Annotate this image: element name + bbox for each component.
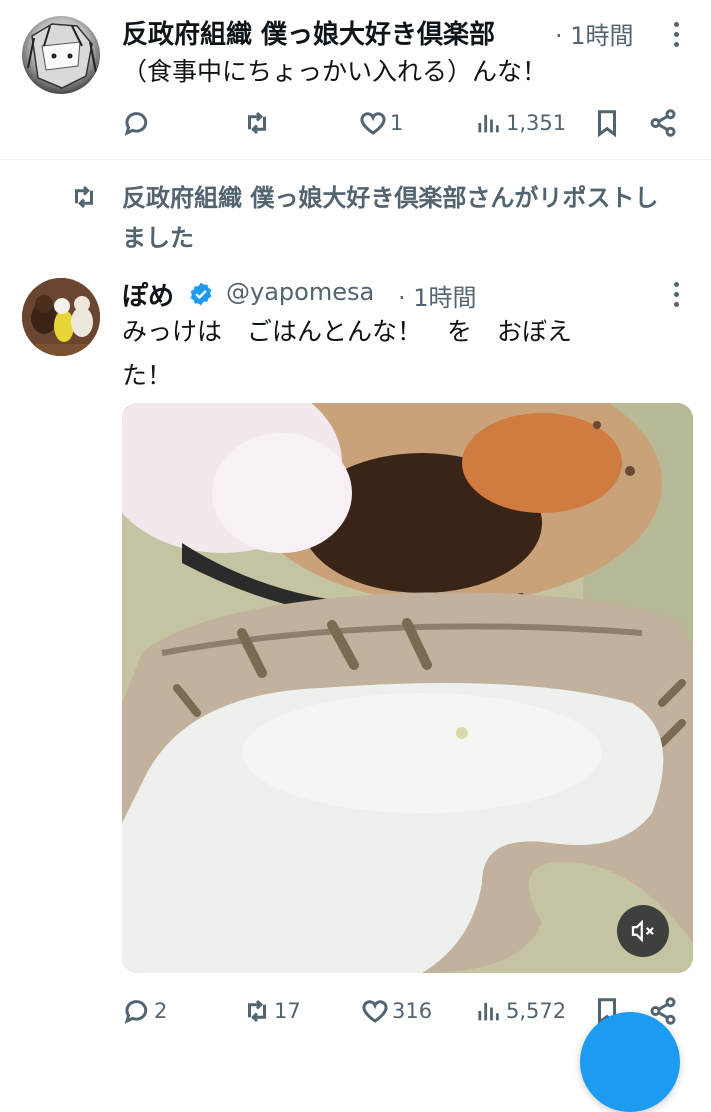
- tweet2-video[interactable]: [122, 403, 693, 973]
- tweet2-text-line2: た！: [122, 361, 173, 390]
- bookmark-button[interactable]: [592, 108, 622, 138]
- reply-count: 2: [154, 999, 168, 1023]
- tweet1-text: （食事中にちょっかい入れる）んな！: [122, 57, 548, 86]
- repost-banner-line2: ました: [122, 224, 194, 252]
- views-button[interactable]: 1,351: [474, 108, 566, 138]
- reply-button[interactable]: 2: [122, 996, 167, 1026]
- repost-button[interactable]: 17: [242, 996, 301, 1026]
- compose-fab[interactable]: [580, 1012, 680, 1112]
- repost-banner-text[interactable]: 反政府組織 僕っ娘大好き倶楽部さんがリポストし ました: [122, 178, 658, 258]
- views-icon: [478, 1002, 499, 1021]
- reply-icon: [124, 112, 148, 136]
- views-count: 5,572: [506, 999, 567, 1023]
- tweet2-handle[interactable]: @yapomesa: [226, 278, 374, 306]
- like-icon: [360, 112, 386, 135]
- like-button[interactable]: 1: [358, 108, 403, 138]
- like-icon: [362, 1000, 388, 1023]
- views-button[interactable]: 5,572: [474, 996, 566, 1026]
- tweet2-author-name[interactable]: ぽめ: [122, 276, 174, 313]
- reply-button[interactable]: [122, 108, 152, 138]
- views-icon: [478, 114, 499, 133]
- avatar-tweet1[interactable]: [22, 16, 100, 94]
- like-count: 316: [392, 999, 433, 1023]
- repost-icon: [248, 111, 266, 135]
- reply-icon: [124, 1000, 148, 1024]
- like-count: 1: [390, 111, 404, 135]
- mute-button[interactable]: [617, 905, 669, 957]
- tweet1-author-name[interactable]: 反政府組織 僕っ娘大好き倶楽部: [122, 14, 495, 51]
- share-button[interactable]: [648, 108, 678, 138]
- more-icon[interactable]: [674, 282, 679, 307]
- more-icon[interactable]: [674, 22, 679, 47]
- verified-badge-icon: [188, 281, 214, 311]
- repost-icon: [75, 185, 93, 209]
- tweet2-text-line1: みっけは ごはんとんな！ を おぼえ: [122, 317, 573, 346]
- repost-count: 17: [274, 999, 301, 1023]
- tweet1-timestamp[interactable]: · 1時間: [555, 16, 634, 51]
- avatar-tweet2[interactable]: [22, 278, 100, 356]
- mute-icon: [631, 919, 654, 943]
- tweet2-timestamp[interactable]: · 1時間: [398, 278, 477, 313]
- video-frame-cat-eating: [122, 403, 693, 973]
- repost-banner-icon-wrap: [68, 182, 100, 212]
- tweet2-text: みっけは ごはんとんな！ を おぼえ た！: [122, 310, 682, 398]
- repost-banner-line1: 反政府組織 僕っ娘大好き倶楽部さんがリポストし: [122, 184, 659, 212]
- avatar-illustration: [27, 23, 97, 89]
- repost-button[interactable]: [242, 108, 272, 138]
- views-count: 1,351: [506, 111, 567, 135]
- bookmark-icon: [598, 110, 616, 138]
- divider: [0, 159, 711, 160]
- like-button[interactable]: 316: [360, 996, 432, 1026]
- repost-icon: [248, 999, 266, 1023]
- avatar-plush-photo: [22, 278, 100, 356]
- share-icon: [650, 109, 676, 137]
